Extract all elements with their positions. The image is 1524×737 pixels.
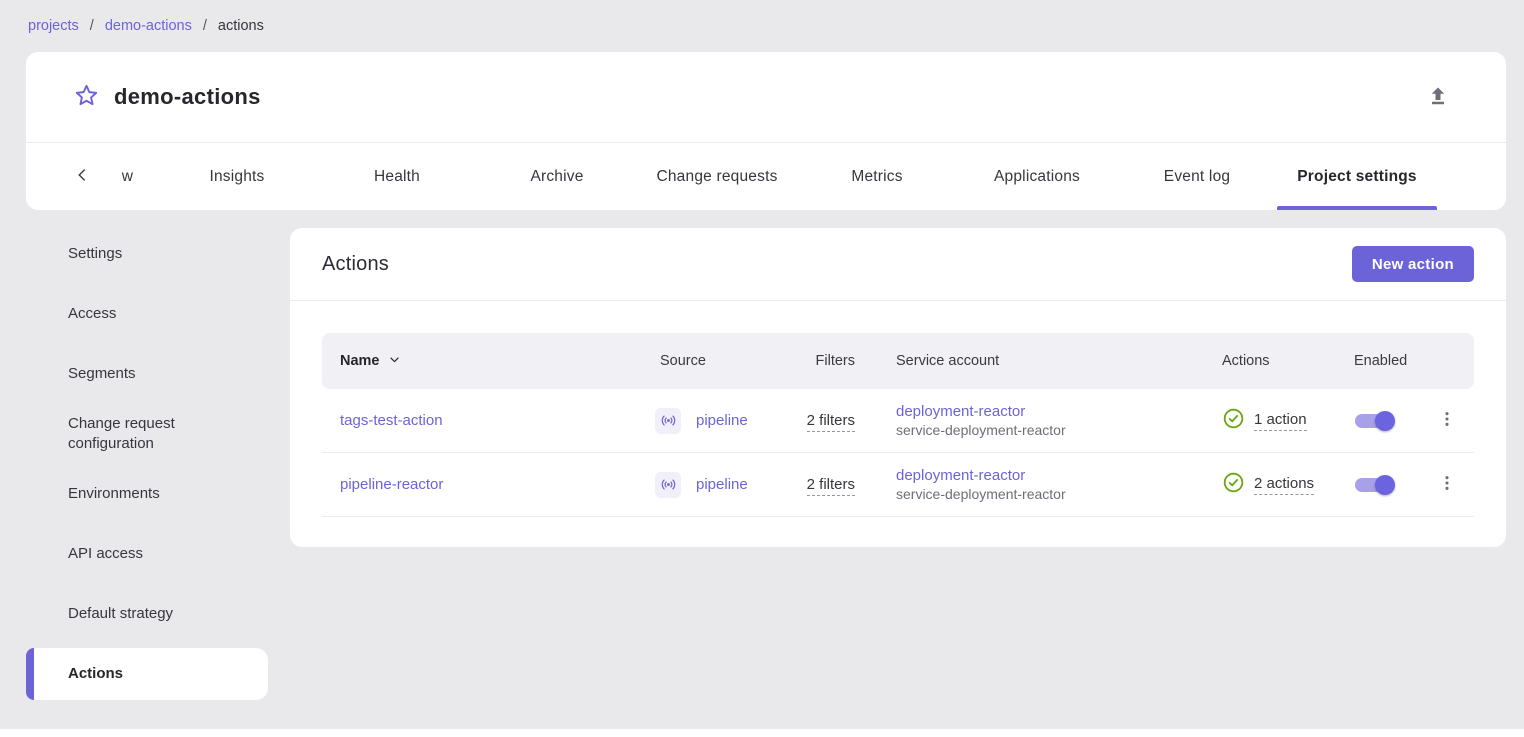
sidebar-item-change-request-configuration[interactable]: Change request configuration <box>26 408 268 460</box>
breadcrumb-separator: / <box>203 18 207 34</box>
column-header-service-account: Service account <box>874 353 1200 369</box>
page-background: projects / demo-actions / actions demo-a… <box>0 0 1524 729</box>
active-tab-indicator <box>1277 206 1437 210</box>
table-row: pipeline-reactor pipeline 2 filters depl… <box>322 453 1474 517</box>
column-header-name-label: Name <box>340 353 380 369</box>
action-name-link[interactable]: pipeline-reactor <box>340 476 443 493</box>
upload-icon <box>1426 84 1450 111</box>
enabled-toggle[interactable] <box>1354 474 1395 496</box>
toggle-thumb <box>1375 475 1395 495</box>
tab-overview-partial[interactable]: w <box>98 143 157 210</box>
sidebar-item-actions[interactable]: Actions <box>26 648 268 700</box>
project-header-card: demo-actions w Insights Health Archive C… <box>26 52 1506 210</box>
toggle-thumb <box>1375 411 1395 431</box>
breadcrumb-separator: / <box>90 18 94 34</box>
sidebar-item-default-strategy[interactable]: Default strategy <box>26 588 268 640</box>
new-action-button[interactable]: New action <box>1352 246 1474 282</box>
signal-icon <box>655 472 681 498</box>
kebab-menu-icon <box>1436 408 1458 433</box>
panel-title: Actions <box>322 253 389 276</box>
tab-metrics[interactable]: Metrics <box>797 143 957 210</box>
row-menu-button[interactable] <box>1427 401 1467 441</box>
tab-event-log[interactable]: Event log <box>1117 143 1277 210</box>
tab-insights[interactable]: Insights <box>157 143 317 210</box>
page-title: demo-actions <box>114 84 261 110</box>
tab-archive[interactable]: Archive <box>477 143 637 210</box>
column-header-actions: Actions <box>1200 353 1330 369</box>
column-header-filters: Filters <box>790 353 874 369</box>
source-link[interactable]: pipeline <box>696 476 748 493</box>
column-header-source: Source <box>655 353 790 369</box>
star-icon <box>73 82 100 112</box>
sidebar-item-access[interactable]: Access <box>26 288 268 340</box>
chevron-down-icon <box>386 351 403 372</box>
chevron-left-icon <box>71 164 93 189</box>
settings-sidebar: Settings Access Segments Change request … <box>26 228 268 708</box>
actions-count[interactable]: 2 actions <box>1254 475 1314 495</box>
service-account-link[interactable]: deployment-reactor <box>896 466 1200 485</box>
breadcrumb-actions: actions <box>218 18 264 34</box>
sidebar-item-segments[interactable]: Segments <box>26 348 268 400</box>
breadcrumb: projects / demo-actions / actions <box>28 18 264 34</box>
tab-project-settings[interactable]: Project settings <box>1277 143 1437 210</box>
tab-project-settings-label: Project settings <box>1297 168 1416 186</box>
breadcrumb-projects[interactable]: projects <box>28 18 79 34</box>
breadcrumb-demo-actions[interactable]: demo-actions <box>105 18 192 34</box>
sidebar-item-actions-label: Actions <box>68 664 123 684</box>
kebab-menu-icon <box>1436 472 1458 497</box>
tab-health[interactable]: Health <box>317 143 477 210</box>
row-menu-button[interactable] <box>1427 465 1467 505</box>
tab-applications[interactable]: Applications <box>957 143 1117 210</box>
table-row: tags-test-action pipeline 2 filters depl… <box>322 389 1474 453</box>
service-account-id: service-deployment-reactor <box>896 421 1200 440</box>
action-name-link[interactable]: tags-test-action <box>340 412 443 429</box>
column-header-name[interactable]: Name <box>322 351 655 372</box>
tab-change-requests[interactable]: Change requests <box>637 143 797 210</box>
enabled-toggle[interactable] <box>1354 410 1395 432</box>
project-header: demo-actions <box>26 52 1506 142</box>
actions-table: Name Source Filters Service account Acti… <box>322 333 1474 517</box>
signal-icon <box>655 408 681 434</box>
export-button[interactable] <box>1422 81 1454 113</box>
tabs-scroll-left-button[interactable] <box>66 143 98 210</box>
filters-count[interactable]: 2 filters <box>807 412 855 432</box>
source-link[interactable]: pipeline <box>696 412 748 429</box>
service-account-link[interactable]: deployment-reactor <box>896 402 1200 421</box>
active-item-indicator <box>26 648 34 700</box>
favorite-button[interactable] <box>70 81 102 113</box>
sidebar-item-settings[interactable]: Settings <box>26 228 268 280</box>
check-circle-icon <box>1222 407 1245 434</box>
filters-count[interactable]: 2 filters <box>807 476 855 496</box>
sidebar-item-environments[interactable]: Environments <box>26 468 268 520</box>
actions-panel: Actions New action Name Source Filters S… <box>290 228 1506 547</box>
check-circle-icon <box>1222 471 1245 498</box>
project-tabs: w Insights Health Archive Change request… <box>26 142 1506 210</box>
sidebar-item-api-access[interactable]: API access <box>26 528 268 580</box>
actions-count[interactable]: 1 action <box>1254 411 1307 431</box>
column-header-enabled: Enabled <box>1330 353 1420 369</box>
actions-panel-header: Actions New action <box>290 228 1506 301</box>
service-account-id: service-deployment-reactor <box>896 485 1200 504</box>
table-header-row: Name Source Filters Service account Acti… <box>322 333 1474 389</box>
